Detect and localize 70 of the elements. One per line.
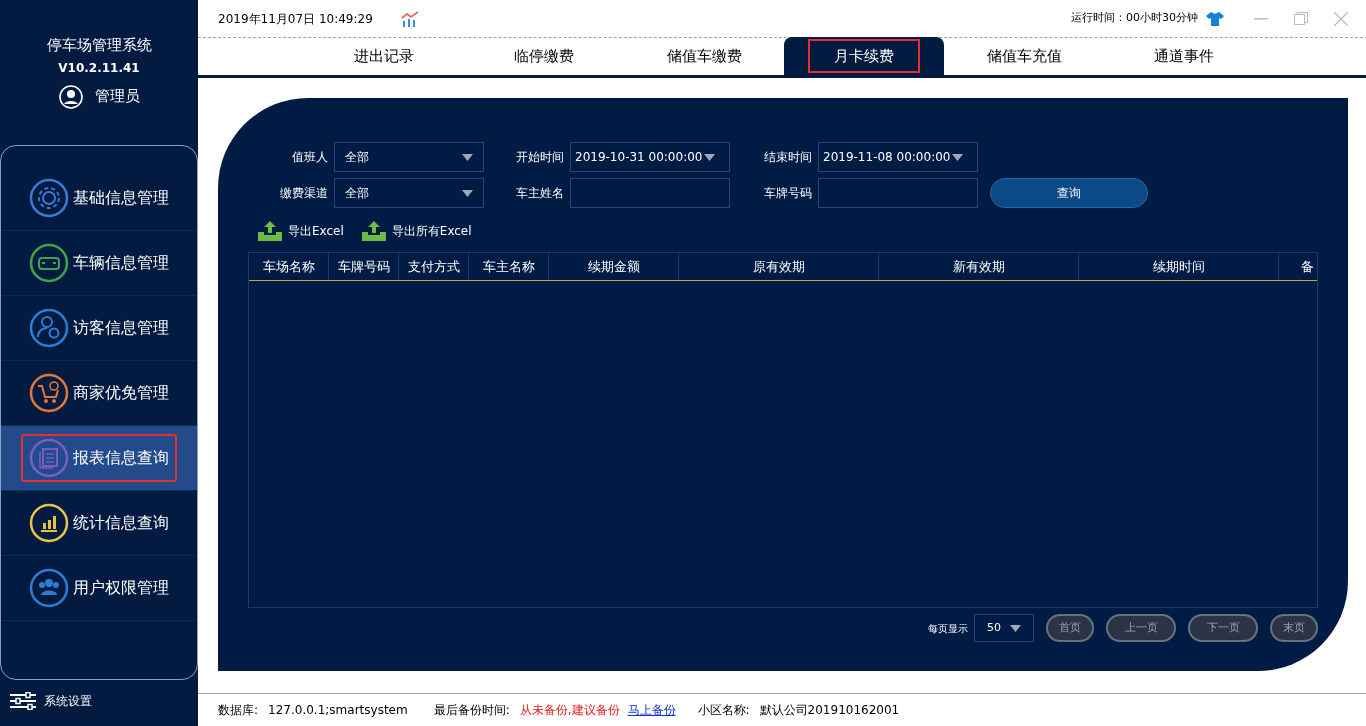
sidebar-item[interactable]: 统计信息查询 (1, 490, 197, 556)
app-title: 停车场管理系统 (46, 35, 152, 56)
dropdown[interactable]: 全部 (334, 142, 484, 172)
sliders-icon[interactable] (10, 691, 36, 710)
minimize-icon[interactable] (1254, 17, 1268, 20)
pager-button[interactable]: 末页 (1270, 614, 1318, 642)
user-name: 管理员 (94, 86, 140, 108)
column-header: 支付方式 (399, 253, 469, 280)
page-size-dropdown[interactable]: 50 (974, 614, 1034, 642)
column-header: 车主名称 (469, 253, 549, 280)
tab[interactable]: 进出记录 (304, 37, 464, 75)
dropdown-caret-icon (462, 189, 473, 197)
sidebar-item[interactable]: 报表信息查询 (1, 425, 197, 491)
datetime: 2019年11月07日 10:49:29 (218, 10, 373, 28)
pager-button[interactable]: 下一页 (1188, 614, 1258, 642)
tab[interactable]: 临停缴费 (464, 37, 624, 75)
dropdown-caret-icon (462, 153, 473, 161)
backup-warning: 从未备份,建议备份 (519, 702, 620, 719)
tab[interactable]: 储值车充值 (944, 37, 1104, 75)
text-field[interactable] (818, 178, 978, 208)
tab[interactable]: 储值车缴费 (624, 37, 784, 75)
field-label: 结束时间 (763, 149, 812, 166)
community-value: 默认公司201910162001 (759, 702, 900, 719)
upload-tray-icon (258, 221, 282, 241)
dropdown-caret-icon (952, 153, 963, 161)
tab[interactable]: 月卡续费 (784, 37, 944, 75)
field-label: 车牌号码 (763, 185, 812, 202)
sidebar-item[interactable]: 访客信息管理 (1, 295, 197, 361)
column-header: 新有效期 (879, 253, 1079, 280)
user-icon (58, 84, 83, 109)
settings-link[interactable]: 系统设置 (44, 691, 92, 710)
dropdown-caret-icon (704, 153, 715, 161)
query-button[interactable]: 查询 (990, 178, 1148, 208)
sidebar-item[interactable]: 商家优免管理 (1, 360, 197, 426)
export-button[interactable]: 导出所有Excel (361, 221, 472, 241)
dropdown[interactable]: 全部 (334, 178, 484, 208)
field-label: 开始时间 (515, 149, 564, 166)
pager-button[interactable]: 首页 (1046, 614, 1094, 642)
field-label: 缴费渠道 (279, 185, 328, 202)
column-header: 原有效期 (679, 253, 879, 280)
column-header: 续期金额 (549, 253, 679, 280)
backup-now-link[interactable]: 马上备份 (627, 701, 676, 719)
upload-tray-icon (361, 221, 386, 241)
column-header: 车牌号码 (329, 253, 399, 280)
sidebar-item[interactable]: 用户权限管理 (1, 555, 197, 621)
dropdown[interactable]: 2019-11-08 00:00:00 (818, 142, 978, 172)
app-version: V10.2.11.41 (58, 59, 140, 77)
backup-label: 最后备份时间: (433, 702, 510, 719)
maximize-icon[interactable] (1294, 12, 1308, 25)
tshirt-icon[interactable] (1206, 11, 1224, 26)
sidebar-item[interactable]: 车辆信息管理 (1, 230, 197, 296)
db-value: 127.0.0.1;smartsystem (268, 702, 408, 719)
chart-icon[interactable] (400, 10, 419, 27)
column-header: 备 (1300, 257, 1315, 276)
column-header: 车场名称 (249, 253, 329, 280)
page-size-label: 每页显示 (928, 621, 968, 636)
tab[interactable]: 通道事件 (1104, 37, 1264, 75)
uptime-text: 运行时间：00小时30分钟 (1071, 10, 1198, 27)
text-field[interactable] (570, 178, 730, 208)
field-label: 值班人 (291, 149, 328, 166)
community-label: 小区名称: (697, 702, 750, 719)
db-label: 数据库: (218, 702, 259, 719)
dropdown[interactable]: 2019-10-31 00:00:00 (570, 142, 730, 172)
field-label: 车主姓名 (515, 185, 564, 202)
sidebar-item[interactable]: 基础信息管理 (1, 165, 197, 231)
close-icon[interactable] (1334, 11, 1348, 26)
dropdown-caret-icon (1010, 624, 1021, 632)
column-header: 续期时间 (1079, 253, 1279, 280)
export-button[interactable]: 导出Excel (258, 221, 344, 241)
pager-button[interactable]: 上一页 (1106, 614, 1176, 642)
